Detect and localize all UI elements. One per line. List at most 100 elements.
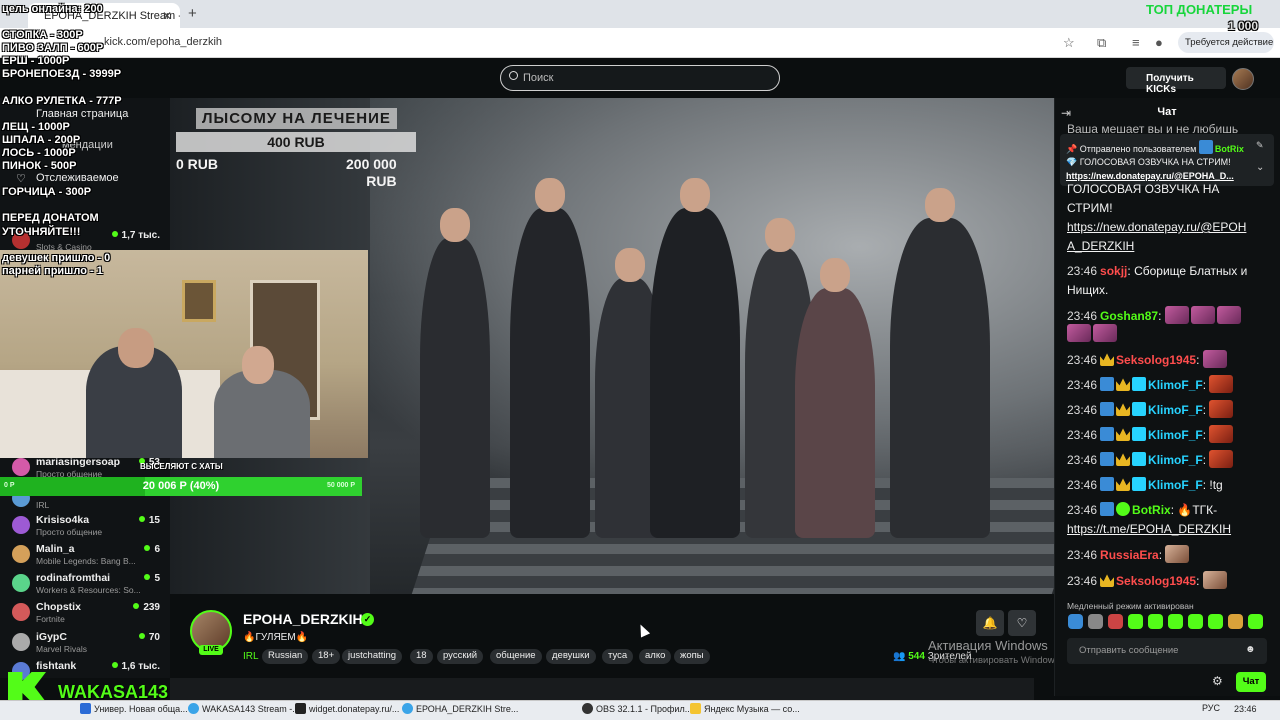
channel-viewers: 70 <box>139 632 160 643</box>
emote-icon[interactable] <box>1228 614 1243 629</box>
taskbar-item[interactable]: Яндекс Музыка — со... <box>690 703 800 714</box>
tag[interactable]: 18+ <box>312 649 341 664</box>
taskbar-item[interactable]: ЕРОНА_DERZKIH Stre... <box>402 703 518 714</box>
language-indicator[interactable]: РУС <box>1202 703 1220 713</box>
new-tab-icon[interactable]: + <box>188 5 197 22</box>
streamer-name[interactable]: ЕРОНА_DERZKIH <box>243 611 363 627</box>
channel-name: Malin_a <box>36 543 75 555</box>
taskbar-item[interactable]: OBS 32.1.1 - Профил... <box>582 703 692 714</box>
user-avatar[interactable] <box>1232 68 1254 90</box>
url-field[interactable]: kick.com/epoha_derzkih <box>104 36 222 48</box>
channel-category: Просто общение <box>36 527 103 537</box>
emoji-picker-icon[interactable]: ☻ <box>1245 644 1256 655</box>
taskbar-item[interactable]: WAKASA143 Stream -... <box>188 703 300 714</box>
channel-category: Fortnite <box>36 614 65 624</box>
bell-icon[interactable]: 🔔 <box>976 610 1004 636</box>
chat-message: ГОЛОСОВАЯ ОЗВУЧКА НА <box>1067 182 1220 196</box>
channel-viewers: 1,7 тыс. <box>112 230 160 241</box>
live-badge: LIVE <box>199 645 223 655</box>
price-item: ПИНОК - 500Р <box>2 160 77 172</box>
media-control-icon[interactable]: ≡ <box>1132 35 1140 50</box>
chat-link[interactable]: https://new.donatepay.ru/@EPOH <box>1067 218 1267 237</box>
tag[interactable]: туса <box>602 649 634 664</box>
channel-viewers: 5 <box>144 573 160 584</box>
windows-activation-title: Активация Windows <box>928 638 1048 653</box>
chat-message: 23:46 Goshan87: <box>1067 306 1267 326</box>
channel-avatar <box>12 458 30 476</box>
overlay-warning: УТОЧНЯЙТЕ!!! <box>2 226 81 238</box>
goal-progress-max: 50 000 Р <box>327 482 356 489</box>
emote-icon[interactable] <box>1088 614 1103 629</box>
sidebar-channel[interactable]: Malin_a Mobile Legends: Bang B... 6 <box>8 543 168 571</box>
emote-icon[interactable] <box>1108 614 1123 629</box>
stream-category[interactable]: IRL <box>243 651 259 662</box>
chat-input[interactable]: Отправить сообщение <box>1067 638 1267 664</box>
donation-goal-title: ЛЫСОМУ НА ЛЕЧЕНИЕ <box>196 108 397 129</box>
search-icon <box>509 71 518 80</box>
update-required-button[interactable]: Требуется действие <box>1178 32 1274 53</box>
sidebar-channel[interactable]: Krisiso4ka Просто общение 15 <box>8 514 168 542</box>
tag[interactable]: жопы <box>674 649 710 664</box>
channel-avatar <box>12 633 30 651</box>
close-tab-icon[interactable]: ✕ <box>162 9 172 23</box>
emote-icon[interactable] <box>1248 614 1263 629</box>
online-goal: цель онлайна: 200 <box>2 3 103 15</box>
tag[interactable]: justchatting <box>342 649 403 664</box>
tag[interactable]: Russian <box>262 649 309 664</box>
channel-avatar <box>12 574 30 592</box>
tag[interactable]: 18 <box>410 649 433 664</box>
tag[interactable]: девушки <box>546 649 596 664</box>
top-donors-title: ТОП ДОНАТЕРЫ <box>1146 2 1253 17</box>
sidebar-channel[interactable]: rodinafromthai Workers & Resources: So..… <box>8 572 168 600</box>
pinned-by: 📌 Отправлено пользователем BotRix <box>1066 140 1244 155</box>
price-item: ЕРШ - 1000Р <box>2 55 70 67</box>
price-item: ПИВО ЗАЛП - 600Р <box>2 42 104 54</box>
chat-message: 23:46 Seksolog1945: <box>1067 571 1267 591</box>
price-item: БРОНЕПОЕЗД - 3999Р <box>2 68 122 80</box>
guys-counter: парней пришло - 1 <box>2 265 103 277</box>
channel-viewers: 1,6 тыс. <box>112 661 160 672</box>
emote-icon[interactable] <box>1208 614 1223 629</box>
get-kicks-button[interactable]: Получить KICKs <box>1126 67 1226 95</box>
unpin-icon[interactable]: ✎ <box>1256 140 1264 151</box>
chat-message: СТРИМ! <box>1067 201 1113 215</box>
search-input[interactable]: Поиск <box>500 65 780 91</box>
emote-icon[interactable] <box>1168 614 1183 629</box>
tag[interactable]: алко <box>639 649 672 664</box>
tag[interactable]: общение <box>490 649 542 664</box>
stream-title: 🔥ГУЛЯЕМ🔥 <box>243 632 309 643</box>
channel-name: Krisiso4ka <box>36 514 90 526</box>
emote-icon[interactable] <box>1128 614 1143 629</box>
taskbar-item[interactable]: Универ. Новая обща... <box>80 703 188 714</box>
chat-settings-icon[interactable]: ⚙ <box>1212 674 1223 688</box>
channel-avatar <box>12 545 30 563</box>
price-item: АЛКО РУЛЕТКА - 777Р <box>2 95 122 107</box>
emote-icon[interactable] <box>1068 614 1083 629</box>
sidebar-channel[interactable]: Chopstix Fortnite 239 <box>8 601 168 629</box>
goal-progress-value: 20 006 Р (40%) <box>142 480 220 492</box>
bookmark-star-icon[interactable]: ☆ <box>1063 35 1075 51</box>
channel-viewers: 6 <box>144 544 160 555</box>
extensions-icon[interactable]: ⧉ <box>1097 35 1106 51</box>
channel-name: iGypC <box>36 631 67 643</box>
tag[interactable]: русский <box>437 649 484 664</box>
girls-counter: девушек пришло - 0 <box>2 252 111 264</box>
profile-icon[interactable]: ● <box>1155 35 1163 50</box>
chat-link[interactable]: A_DERZKIH <box>1067 237 1267 256</box>
taskbar-item[interactable]: widget.donatepay.ru/... <box>295 703 399 714</box>
channel-viewers: 15 <box>139 515 160 526</box>
sidebar-channel[interactable]: iGypC Marvel Rivals 70 <box>8 631 168 659</box>
emote-icon[interactable] <box>1148 614 1163 629</box>
channel-category: Mobile Legends: Bang B... <box>36 556 136 566</box>
price-item: ЛОСЬ - 1000Р <box>2 147 76 159</box>
chat-link[interactable]: https://t.me/EPOHA_DERZKIH <box>1067 520 1267 539</box>
chat-send-button[interactable]: Чат <box>1236 672 1266 692</box>
channel-name: fishtank <box>36 660 77 672</box>
channel-category: IRL <box>36 500 50 510</box>
donation-goal-current: 400 RUB <box>176 132 416 152</box>
chevron-down-icon[interactable]: ⌄ <box>1256 162 1264 173</box>
emote-icon[interactable] <box>1188 614 1203 629</box>
chat-message: 23:46 Seksolog1945: <box>1067 350 1267 370</box>
chat-emotes <box>1067 324 1267 344</box>
heart-follow-button[interactable]: ♡ <box>1008 610 1036 636</box>
